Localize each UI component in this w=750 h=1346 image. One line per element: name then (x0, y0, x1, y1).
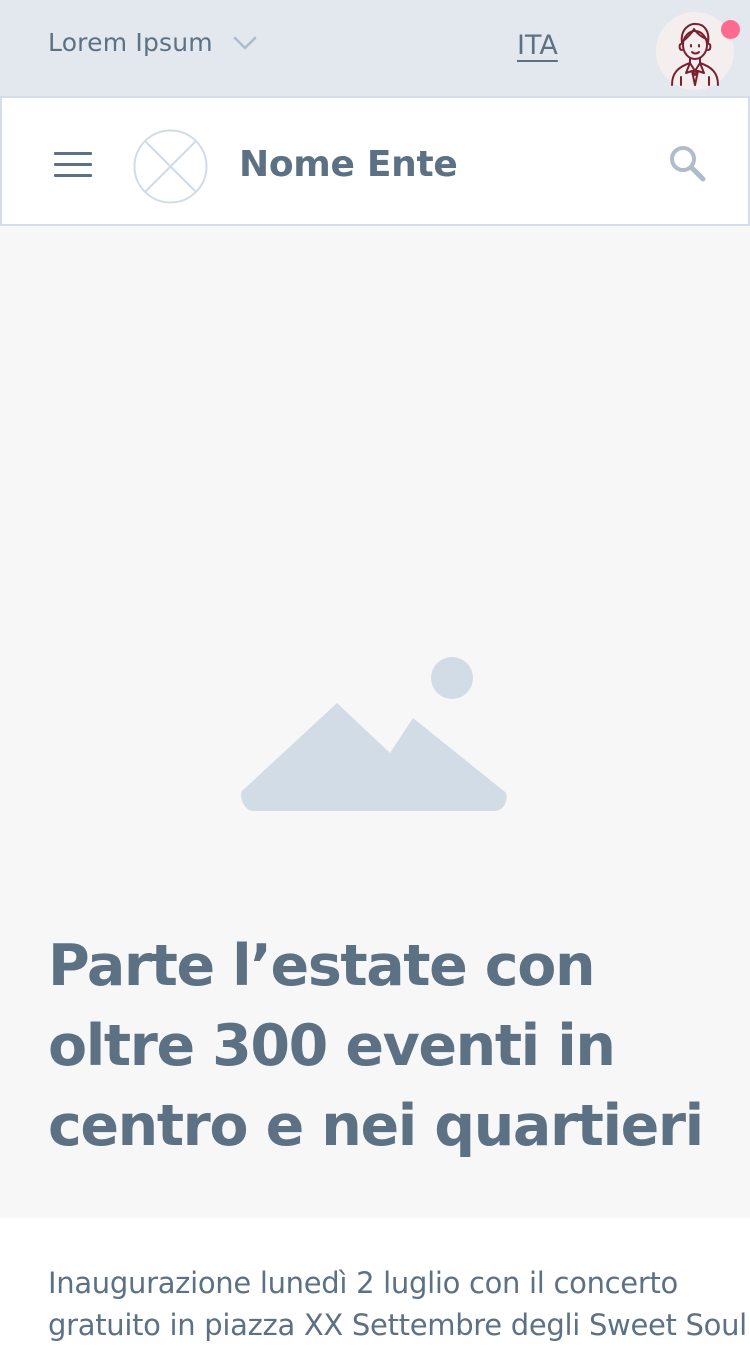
hamburger-menu-icon[interactable] (54, 152, 94, 180)
hero-title: Parte l’estate con oltre 300 eventi in c… (48, 933, 704, 1159)
top-utility-bar: Lorem Ipsum ITA (0, 0, 750, 96)
chevron-down-icon (233, 36, 257, 49)
site-name[interactable]: Nome Ente (239, 144, 458, 185)
image-placeholder-icon (241, 657, 507, 811)
org-selector[interactable]: Lorem Ipsum (48, 28, 259, 57)
org-selector-label: Lorem Ipsum (48, 28, 213, 57)
placeholder-logo-icon[interactable] (133, 129, 208, 204)
search-icon[interactable] (667, 143, 707, 183)
user-avatar-icon (671, 22, 719, 86)
language-switcher[interactable]: ITA (517, 30, 558, 61)
notification-badge (721, 20, 740, 39)
site-header: Nome Ente (0, 96, 750, 226)
article-lead: Inaugurazione lunedì 2 luglio con il con… (48, 1266, 747, 1342)
hero-section: Parte l’estate con oltre 300 eventi in c… (0, 226, 750, 1218)
